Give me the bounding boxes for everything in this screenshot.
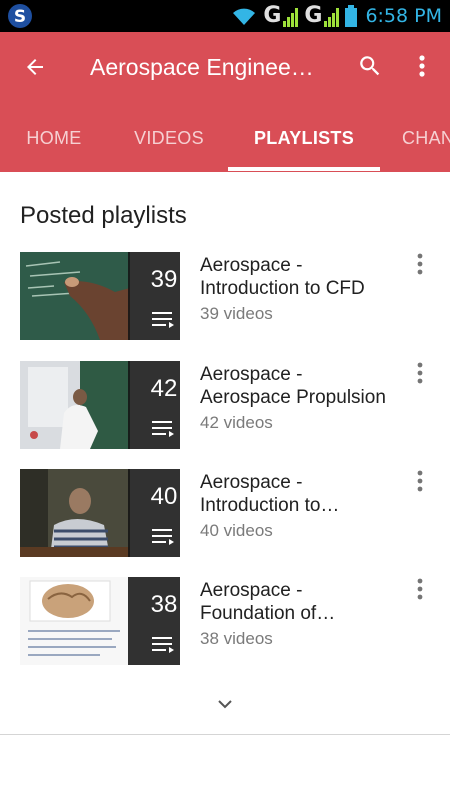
status-icons: G G 6:58 PM (231, 0, 442, 32)
signal-icon: G (263, 3, 299, 28)
playlist-title-line: Aerospace Propulsion (200, 387, 386, 408)
show-more-button[interactable] (213, 692, 237, 716)
status-time: 6:58 PM (365, 5, 442, 27)
network-type-label: G (263, 3, 282, 28)
tab-channels[interactable]: CHAN (402, 120, 450, 172)
search-icon (360, 56, 380, 76)
playlist-more-button[interactable] (410, 252, 430, 276)
tab-home[interactable]: HOME (14, 120, 94, 172)
playlist-more-button[interactable] (410, 469, 430, 493)
more-vert-icon (417, 362, 423, 384)
video-count: 40 (150, 483, 178, 510)
tab-bar: HOME VIDEOS PLAYLISTS CHAN (0, 120, 450, 172)
playlist-count-overlay: 39 (128, 252, 180, 340)
playlist-title[interactable]: Aerospace - Aerospace Propulsion (200, 363, 400, 409)
playlist-icon (152, 421, 174, 437)
playlist-more-button[interactable] (410, 577, 430, 601)
playlist-title[interactable]: Aerospace - Introduction to CFD (200, 254, 400, 300)
playlist-title-line: Aerospace - (200, 255, 303, 276)
thumbnail-image (20, 361, 130, 449)
tab-playlists[interactable]: PLAYLISTS (228, 120, 380, 172)
more-vert-icon (417, 578, 423, 600)
overflow-menu-button[interactable] (408, 50, 436, 82)
playlist-subtitle: 40 videos (200, 521, 273, 540)
playlist-more-button[interactable] (410, 361, 430, 385)
video-count: 38 (150, 591, 178, 618)
svg-text:S: S (14, 7, 26, 27)
playlist-icon (152, 312, 174, 328)
playlist-thumbnail[interactable]: 39 (20, 252, 180, 340)
thumbnail-image (20, 577, 130, 665)
playlist-count-overlay: 38 (128, 577, 180, 665)
playlist-subtitle: 38 videos (200, 629, 273, 648)
playlist-item[interactable]: 38 Aerospace - Foundation of… 38 videos (0, 577, 450, 667)
search-button[interactable] (354, 50, 386, 82)
playlist-item[interactable]: 42 Aerospace - Aerospace Propulsion 42 v… (0, 361, 450, 451)
section-title: Posted playlists (20, 202, 187, 229)
playlist-subtitle: 39 videos (200, 304, 273, 323)
playlist-title-line: Aerospace - (200, 472, 303, 493)
playlist-title-line: Aerospace - (200, 364, 303, 385)
app-bar: Aerospace Enginee… HOME VIDEOS PLAYLISTS… (0, 32, 450, 172)
wifi-icon (233, 8, 256, 25)
page-title: Aerospace Enginee… (90, 54, 314, 80)
battery-icon (345, 5, 358, 27)
divider (0, 734, 450, 735)
more-vert-icon (417, 470, 423, 492)
back-arrow-icon (27, 59, 43, 75)
playlist-subtitle: 42 videos (200, 413, 273, 432)
playlist-thumbnail[interactable]: 42 (20, 361, 180, 449)
tab-videos[interactable]: VIDEOS (124, 120, 214, 172)
playlist-icon (152, 637, 174, 653)
playlist-title[interactable]: Aerospace - Foundation of… (200, 579, 400, 625)
chevron-down-icon (218, 700, 232, 709)
status-bar: S G G 6:58 PM (0, 0, 450, 32)
active-tab-indicator (228, 167, 380, 171)
network-type-label: G (304, 3, 323, 28)
app-s-icon: S (8, 4, 32, 28)
playlist-count-overlay: 42 (128, 361, 180, 449)
playlist-title-line: Foundation of… (200, 603, 336, 624)
video-count: 39 (150, 266, 178, 293)
playlist-title-line: Introduction to… (200, 495, 340, 516)
playlist-title-line: Aerospace - (200, 580, 303, 601)
video-count: 42 (150, 375, 178, 402)
playlist-thumbnail[interactable]: 40 (20, 469, 180, 557)
signal-icon: G (304, 3, 340, 28)
playlist-icon (152, 529, 174, 545)
playlist-count-overlay: 40 (128, 469, 180, 557)
back-button[interactable] (18, 50, 52, 84)
playlist-item[interactable]: 39 Aerospace - Introduction to CFD 39 vi… (0, 252, 450, 342)
playlist-title[interactable]: Aerospace - Introduction to… (200, 471, 400, 517)
thumbnail-image (20, 469, 130, 557)
playlist-item[interactable]: 40 Aerospace - Introduction to… 40 video… (0, 469, 450, 559)
playlist-title-line: Introduction to CFD (200, 278, 365, 299)
more-vert-icon (417, 253, 423, 275)
thumbnail-image (20, 252, 130, 340)
more-vert-icon (419, 55, 425, 77)
playlist-thumbnail[interactable]: 38 (20, 577, 180, 665)
